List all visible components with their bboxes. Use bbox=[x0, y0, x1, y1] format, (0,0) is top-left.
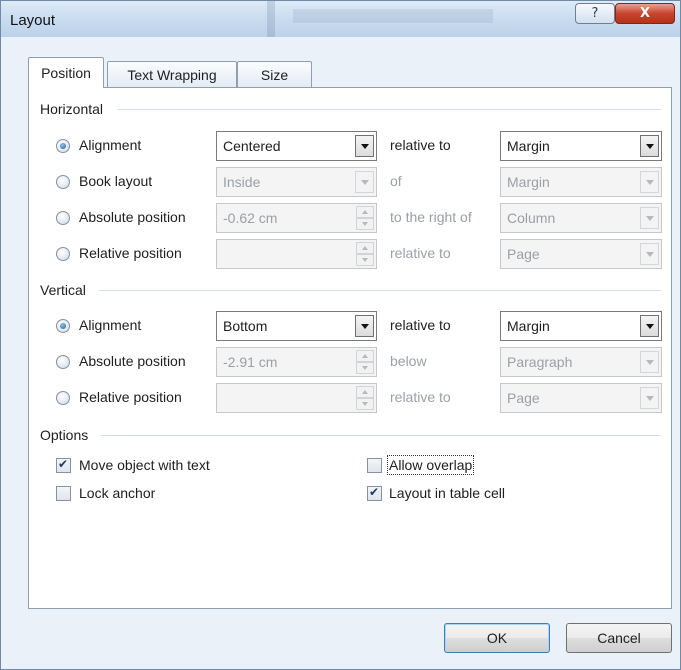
horizontal-alignment-select[interactable]: Centered bbox=[216, 131, 377, 161]
vertical-relative-position-label: Relative position bbox=[79, 389, 182, 405]
spin-down-icon[interactable] bbox=[356, 218, 374, 230]
spin-down-icon[interactable] bbox=[356, 398, 374, 410]
vertical-absolute-relative-select[interactable]: Paragraph bbox=[500, 347, 662, 377]
horizontal-relative-position-radio[interactable] bbox=[56, 247, 70, 261]
lock-anchor-label: Lock anchor bbox=[79, 485, 156, 501]
horizontal-absolute-position-label: Absolute position bbox=[79, 209, 186, 225]
options-divider bbox=[101, 435, 661, 436]
vertical-alignment-radio[interactable] bbox=[56, 319, 70, 333]
horizontal-group-label: Horizontal bbox=[40, 101, 104, 117]
horizontal-alignment-relative-label: relative to bbox=[390, 137, 451, 153]
chevron-down-icon bbox=[640, 243, 659, 265]
background-document-fragment bbox=[267, 1, 493, 37]
horizontal-relative-position-spinner[interactable] bbox=[216, 239, 377, 269]
title-bar: Layout ? X bbox=[1, 1, 680, 37]
book-layout-radio[interactable] bbox=[56, 175, 70, 189]
allow-overlap-checkbox[interactable] bbox=[367, 458, 382, 473]
vertical-alignment-select[interactable]: Bottom bbox=[216, 311, 377, 341]
chevron-down-icon bbox=[640, 135, 659, 157]
chevron-down-icon bbox=[640, 315, 659, 337]
ok-button[interactable]: OK bbox=[444, 623, 550, 653]
layout-in-table-cell-label: Layout in table cell bbox=[389, 485, 505, 501]
horizontal-absolute-position-spinner[interactable]: -0.62 cm bbox=[216, 203, 377, 233]
chevron-down-icon bbox=[640, 351, 659, 373]
vertical-alignment-relative-label: relative to bbox=[390, 317, 451, 333]
vertical-alignment-relative-select[interactable]: Margin bbox=[500, 311, 662, 341]
dialog-title: Layout bbox=[10, 12, 56, 29]
book-layout-label: Book layout bbox=[79, 173, 153, 189]
vertical-relative-position-radio[interactable] bbox=[56, 391, 70, 405]
below-label: below bbox=[390, 353, 427, 369]
spin-up-icon[interactable] bbox=[356, 242, 374, 254]
move-object-with-text-label: Move object with text bbox=[79, 457, 210, 473]
vertical-alignment-label: Alignment bbox=[79, 317, 142, 333]
horizontal-relative-relative-select[interactable]: Page bbox=[500, 239, 662, 269]
chevron-down-icon bbox=[355, 315, 374, 337]
vertical-group-label: Vertical bbox=[40, 282, 86, 298]
book-layout-relative-select[interactable]: Margin bbox=[500, 167, 662, 197]
horizontal-relative-position-label: Relative position bbox=[79, 245, 182, 261]
tab-position[interactable]: Position bbox=[28, 57, 104, 88]
vertical-relative-to-label: relative to bbox=[390, 389, 451, 405]
chevron-down-icon bbox=[640, 171, 659, 193]
spin-up-icon[interactable] bbox=[356, 350, 374, 362]
options-group-label: Options bbox=[40, 427, 89, 443]
vertical-absolute-position-spinner[interactable]: -2.91 cm bbox=[216, 347, 377, 377]
book-layout-select[interactable]: Inside bbox=[216, 167, 377, 197]
lock-anchor-checkbox[interactable] bbox=[56, 486, 71, 501]
position-tab-panel: Horizontal Alignment Centered relative t… bbox=[28, 87, 672, 609]
allow-overlap-label: Allow overlap bbox=[386, 455, 475, 475]
chevron-down-icon bbox=[355, 135, 374, 157]
horizontal-relative-to-label: relative to bbox=[390, 245, 451, 261]
spin-up-icon[interactable] bbox=[356, 206, 374, 218]
horizontal-divider bbox=[117, 109, 661, 110]
horizontal-absolute-relative-select[interactable]: Column bbox=[500, 203, 662, 233]
spin-down-icon[interactable] bbox=[356, 362, 374, 374]
help-button[interactable]: ? bbox=[575, 3, 615, 24]
cancel-button[interactable]: Cancel bbox=[566, 623, 672, 653]
close-button[interactable]: X bbox=[615, 3, 675, 24]
book-layout-of-label: of bbox=[390, 173, 402, 189]
tab-size[interactable]: Size bbox=[237, 61, 312, 87]
vertical-divider bbox=[99, 290, 661, 291]
horizontal-alignment-label: Alignment bbox=[79, 137, 142, 153]
chevron-down-icon bbox=[355, 171, 374, 193]
chevron-down-icon bbox=[640, 207, 659, 229]
horizontal-absolute-position-radio[interactable] bbox=[56, 211, 70, 225]
move-object-with-text-checkbox[interactable] bbox=[56, 457, 71, 473]
layout-dialog: Layout ? X Position Text Wrapping Size H… bbox=[0, 0, 681, 670]
vertical-absolute-position-label: Absolute position bbox=[79, 353, 186, 369]
horizontal-alignment-radio[interactable] bbox=[56, 139, 70, 153]
spin-down-icon[interactable] bbox=[356, 254, 374, 266]
vertical-absolute-position-radio[interactable] bbox=[56, 355, 70, 369]
layout-in-table-cell-checkbox[interactable] bbox=[367, 485, 382, 501]
vertical-relative-position-spinner[interactable] bbox=[216, 383, 377, 413]
chevron-down-icon bbox=[640, 387, 659, 409]
to-the-right-of-label: to the right of bbox=[390, 209, 472, 225]
close-icon: X bbox=[639, 6, 651, 21]
help-icon: ? bbox=[591, 6, 599, 21]
tab-text-wrapping[interactable]: Text Wrapping bbox=[107, 61, 237, 87]
spin-up-icon[interactable] bbox=[356, 386, 374, 398]
horizontal-alignment-relative-select[interactable]: Margin bbox=[500, 131, 662, 161]
vertical-relative-relative-select[interactable]: Page bbox=[500, 383, 662, 413]
